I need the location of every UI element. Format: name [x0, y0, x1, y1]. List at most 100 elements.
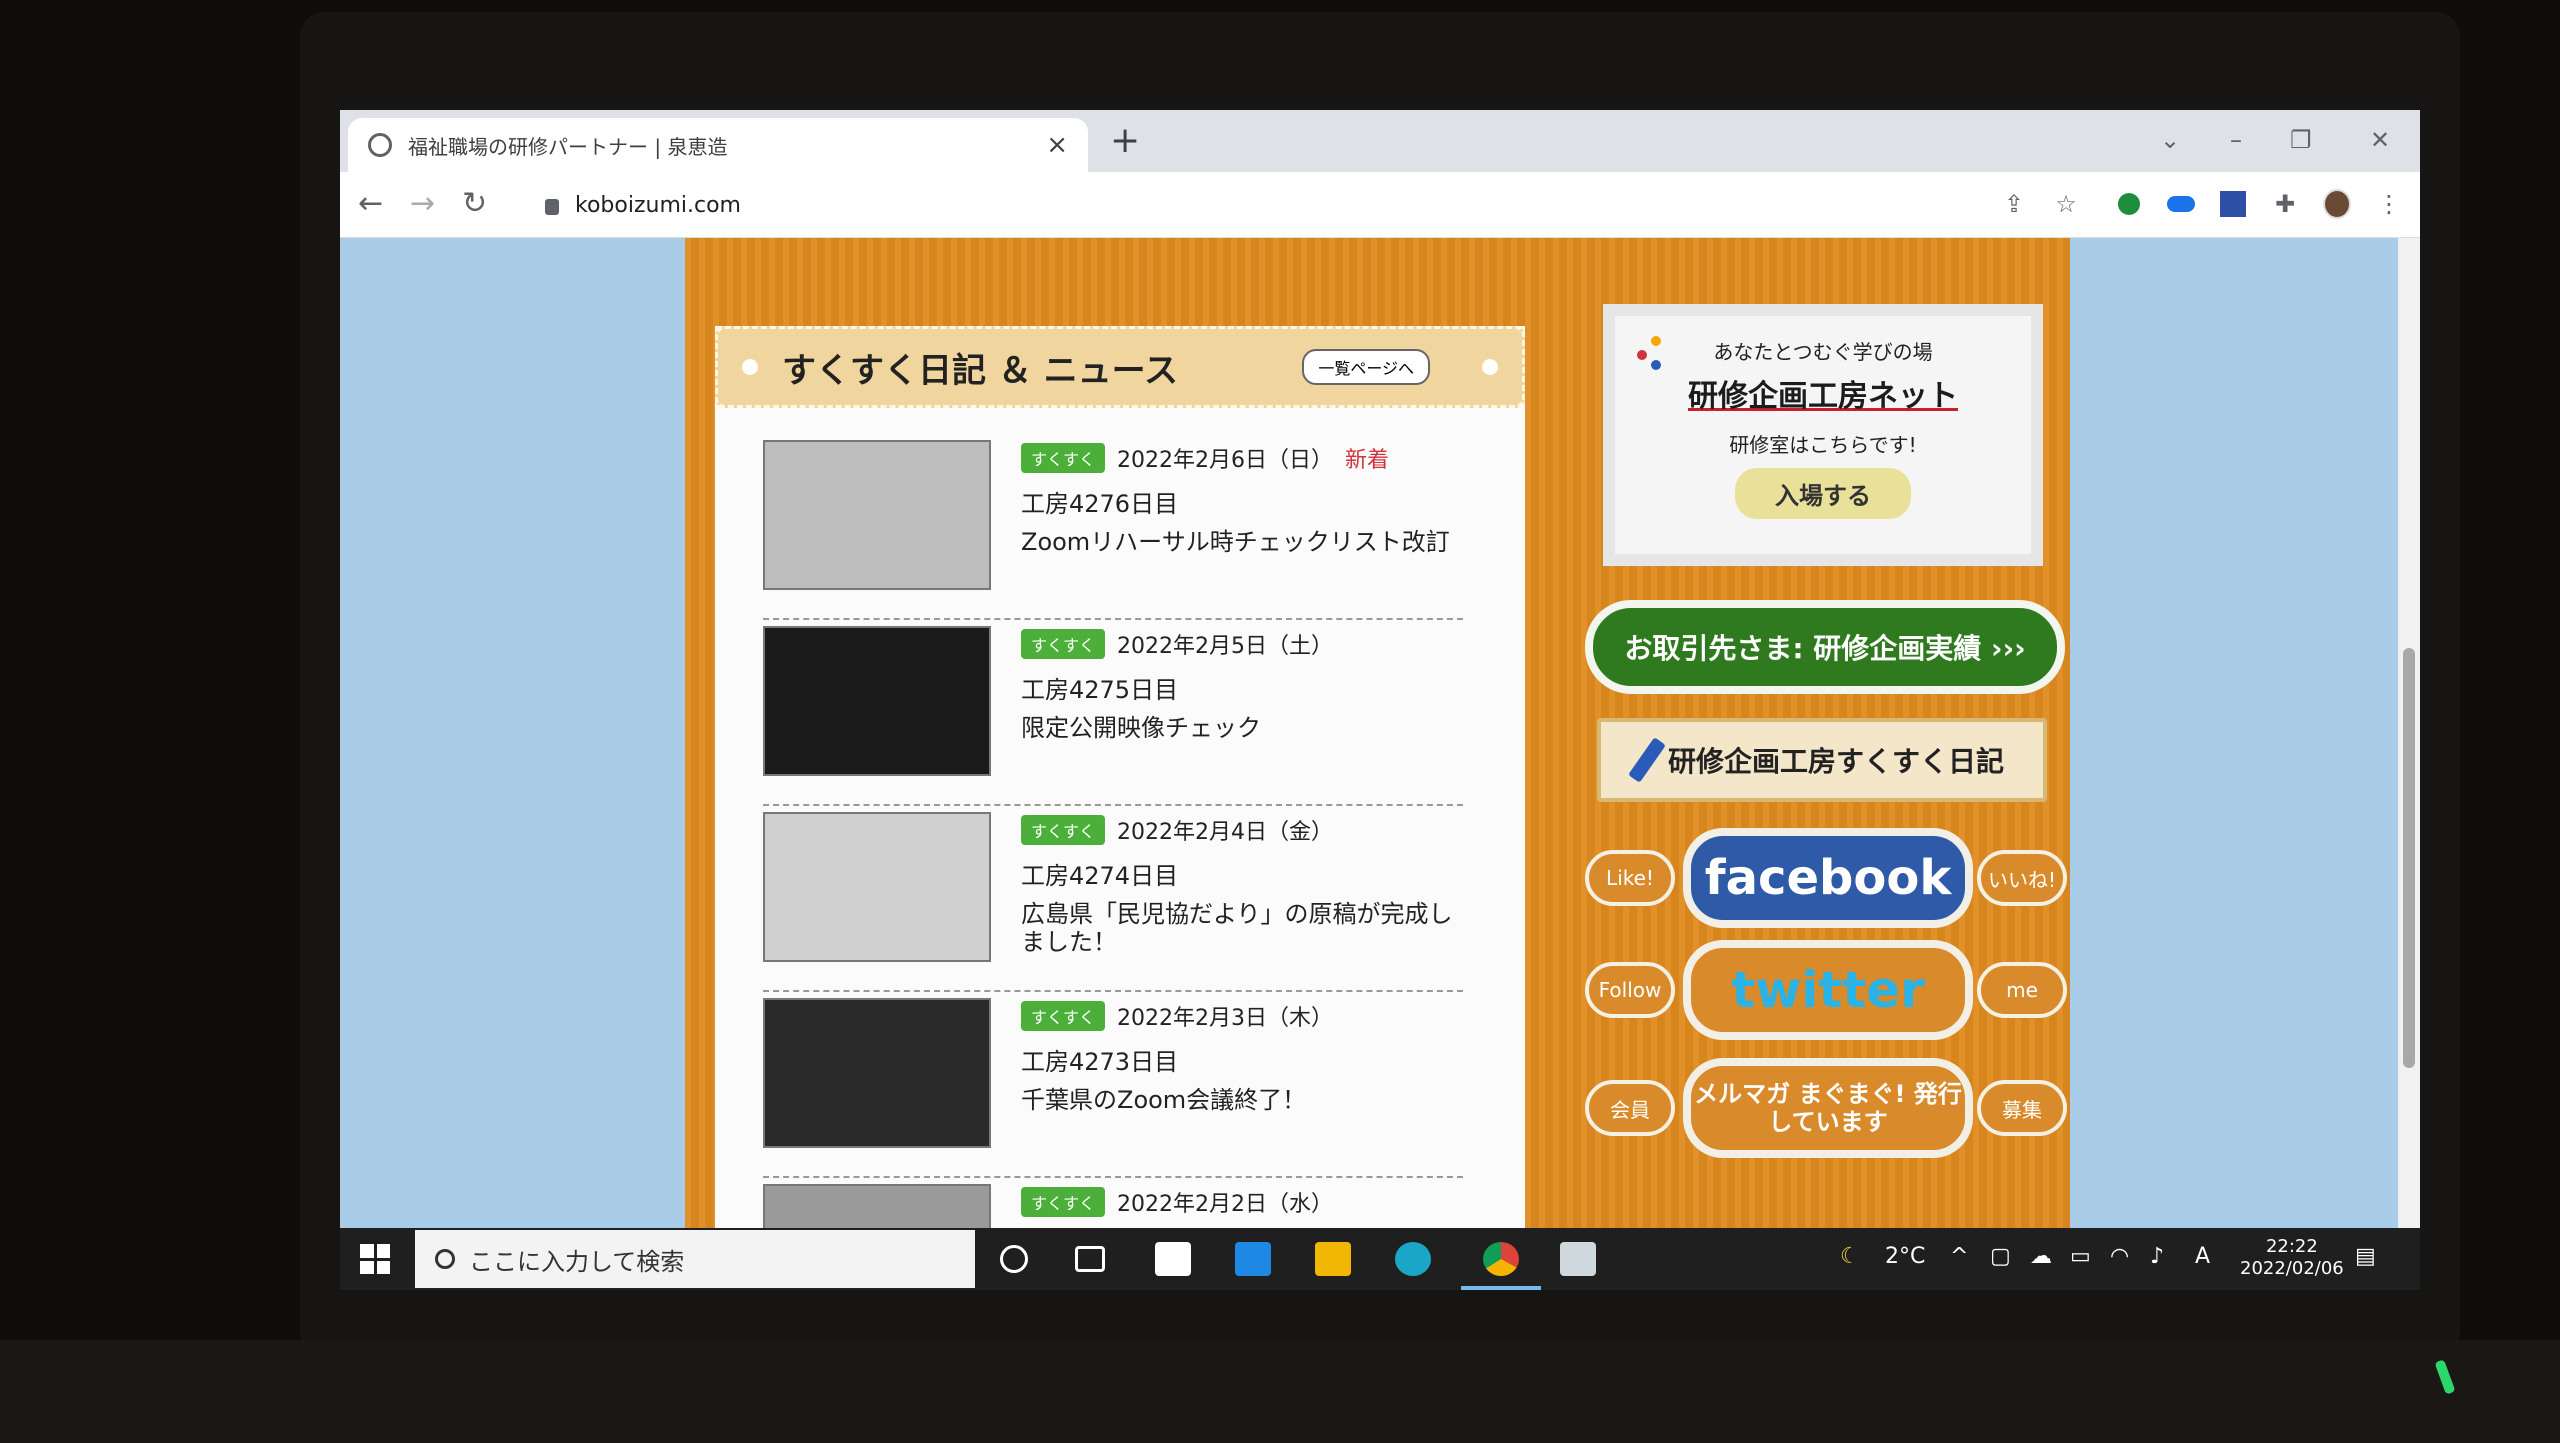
- category-tag[interactable]: すくすく: [1021, 1001, 1106, 1031]
- news-meta: すくすく 2022年2月2日（水）: [1021, 1186, 1333, 1218]
- news-headline[interactable]: 千葉県のZoom会議終了！: [1021, 1086, 1461, 1114]
- cortana-icon[interactable]: [1000, 1245, 1028, 1273]
- camera-icon[interactable]: [1560, 1242, 1596, 1276]
- news-meta: すくすく 2022年2月3日（木）: [1021, 1000, 1333, 1032]
- address-bar[interactable]: koboizumi.com: [525, 182, 2185, 228]
- file-explorer-icon[interactable]: [1315, 1242, 1351, 1276]
- news-headline[interactable]: 限定公開映像チェック: [1021, 714, 1461, 742]
- twitter-button[interactable]: twitter: [1683, 940, 1973, 1040]
- tab-search-icon[interactable]: ⌄: [2160, 126, 2180, 154]
- minimize-button[interactable]: –: [2230, 126, 2242, 154]
- news-day-count: 工房4276日目: [1021, 490, 1179, 518]
- extension-green-icon[interactable]: [2115, 190, 2143, 218]
- sukusuku-diary-button[interactable]: 研修企画工房すくすく日記: [1597, 718, 2047, 802]
- scrollbar-thumb[interactable]: [2403, 648, 2415, 1068]
- profile-avatar[interactable]: [2323, 189, 2351, 219]
- ime-indicator[interactable]: A: [2195, 1244, 2210, 1269]
- news-thumbnail[interactable]: [763, 440, 991, 590]
- meet-icon[interactable]: ▢: [1990, 1244, 2011, 1269]
- news-headline[interactable]: 広島県「民児協だより」の原稿が完成しました！: [1021, 900, 1461, 956]
- mailmag-button[interactable]: メルマガ まぐまぐ! 発行しています: [1683, 1058, 1973, 1158]
- header-dot: [742, 359, 758, 375]
- back-button[interactable]: ←: [358, 186, 383, 221]
- extensions-puzzle-icon[interactable]: ✚: [2271, 190, 2299, 218]
- clock[interactable]: 22:22 2022/02/06: [2240, 1236, 2344, 1280]
- recruit-bubble: 募集: [1977, 1080, 2067, 1136]
- globe-icon: [368, 133, 392, 157]
- taskbar-search-input[interactable]: ここに入力して検索: [415, 1230, 975, 1288]
- tab-title: 福祉職場の研修パートナー | 泉恵造: [408, 134, 728, 159]
- category-tag[interactable]: すくすく: [1021, 443, 1106, 473]
- chrome-icon[interactable]: [1483, 1242, 1519, 1276]
- enter-button[interactable]: 入場する: [1735, 468, 1911, 519]
- news-item[interactable]: すくすく 2022年2月2日（水）: [763, 1178, 1463, 1228]
- follow-bubble: Follow: [1585, 962, 1675, 1018]
- wifi-icon[interactable]: ◠: [2110, 1244, 2129, 1269]
- news-headline[interactable]: Zoomリハーサル時チェックリスト改訂: [1021, 528, 1461, 556]
- news-day-count: 工房4274日目: [1021, 862, 1179, 890]
- facebook-button[interactable]: facebook: [1683, 828, 1973, 928]
- weather-icon[interactable]: ☾: [1840, 1244, 1860, 1269]
- news-item[interactable]: すくすく 2022年2月3日（木） 工房4273日目 千葉県のZoom会議終了！: [763, 992, 1463, 1178]
- forward-button[interactable]: →: [410, 186, 435, 221]
- kobo-net-banner[interactable]: あなたとつむぐ学びの場 研修企画工房ネット 研修室はこちらです! 入場する: [1603, 304, 2043, 566]
- browser-toolbar: ← → ↻ koboizumi.com ⇪ ☆ ✚ ⋮: [340, 172, 2420, 238]
- tab-close-icon[interactable]: ×: [1046, 130, 1068, 160]
- like-bubble: Like!: [1585, 850, 1675, 906]
- battery-icon[interactable]: ▭: [2070, 1244, 2091, 1269]
- volume-icon[interactable]: ♪: [2150, 1244, 2164, 1269]
- mailmag-row: 会員 メルマガ まぐまぐ! 発行しています 募集: [1585, 1058, 2067, 1158]
- notification-icon[interactable]: ▤: [2355, 1244, 2376, 1269]
- bookmark-star-icon[interactable]: ☆: [2052, 190, 2080, 218]
- facebook-row: Like! facebook いいね!: [1585, 828, 2067, 928]
- kobo-subtitle: 研修室はこちらです!: [1729, 433, 1917, 457]
- news-date: 2022年2月2日（水）: [1117, 1192, 1333, 1217]
- weather-temp[interactable]: 2°C: [1885, 1244, 1925, 1269]
- task-view-icon[interactable]: [1075, 1246, 1105, 1272]
- news-meta: すくすく 2022年2月4日（金）: [1021, 814, 1333, 846]
- diary-button-label: 研修企画工房すくすく日記: [1667, 745, 2004, 778]
- news-date: 2022年2月6日（日）: [1117, 448, 1333, 473]
- wood-background: すくすく日記 ＆ ニュース 一覧ページへ すくすく 2022年2月6日（日） 新…: [685, 238, 2070, 1228]
- store-icon[interactable]: [1155, 1242, 1191, 1276]
- news-item[interactable]: すくすく 2022年2月5日（土） 工房4275日目 限定公開映像チェック: [763, 620, 1463, 806]
- onedrive-extension-icon[interactable]: [2167, 190, 2195, 218]
- news-thumbnail[interactable]: [763, 812, 991, 962]
- category-tag[interactable]: すくすく: [1021, 1187, 1106, 1217]
- news-item[interactable]: すくすく 2022年2月6日（日） 新着 工房4276日目 Zoomリハーサル時…: [763, 434, 1463, 620]
- news-thumbnail[interactable]: [763, 998, 991, 1148]
- new-tab-button[interactable]: +: [1110, 120, 1140, 161]
- partners-results-button[interactable]: お取引先さま: 研修企画実績 ›››: [1585, 600, 2065, 694]
- category-tag[interactable]: すくすく: [1021, 815, 1106, 845]
- extension-blue-icon[interactable]: [2219, 190, 2247, 218]
- edge-icon[interactable]: [1395, 1242, 1431, 1276]
- reload-button[interactable]: ↻: [462, 186, 487, 221]
- clock-time: 22:22: [2265, 1236, 2318, 1257]
- news-header: すくすく日記 ＆ ニュース 一覧ページへ: [715, 326, 1525, 408]
- page-scrollbar[interactable]: [2398, 238, 2420, 1228]
- kobo-tagline: あなたとつむぐ学びの場: [1713, 340, 1933, 364]
- news-day-count: 工房4275日目: [1021, 676, 1179, 704]
- list-page-button[interactable]: 一覧ページへ: [1302, 349, 1430, 385]
- close-window-button[interactable]: ✕: [2370, 126, 2390, 154]
- tray-chevron-icon[interactable]: ^: [1950, 1244, 1968, 1269]
- page-viewport: すくすく日記 ＆ ニュース 一覧ページへ すくすく 2022年2月6日（日） 新…: [340, 238, 2420, 1228]
- mail-icon[interactable]: [1235, 1242, 1271, 1276]
- news-item[interactable]: すくすく 2022年2月4日（金） 工房4274日目 広島県「民児協だより」の原…: [763, 806, 1463, 992]
- member-bubble: 会員: [1585, 1080, 1675, 1136]
- menu-kebab-icon[interactable]: ⋮: [2375, 190, 2403, 218]
- restore-button[interactable]: ❐: [2290, 126, 2312, 154]
- share-icon[interactable]: ⇪: [2000, 190, 2028, 218]
- onedrive-icon[interactable]: ☁: [2030, 1244, 2052, 1269]
- news-date: 2022年2月3日（木）: [1117, 1006, 1333, 1031]
- taskbar: ここに入力して検索 ☾ 2°C ^ ▢ ☁ ▭ ◠ ♪ A 22:22 2022…: [340, 1228, 2420, 1290]
- news-thumbnail[interactable]: [763, 626, 991, 776]
- url-text: koboizumi.com: [575, 192, 741, 218]
- windows-start-icon[interactable]: [360, 1244, 390, 1274]
- news-thumbnail[interactable]: [763, 1184, 991, 1228]
- news-meta: すくすく 2022年2月6日（日） 新着: [1021, 442, 1389, 474]
- browser-tab[interactable]: 福祉職場の研修パートナー | 泉恵造 ×: [348, 118, 1088, 172]
- search-placeholder: ここに入力して検索: [469, 1247, 685, 1276]
- twitter-row: Follow twitter me: [1585, 940, 2067, 1040]
- category-tag[interactable]: すくすく: [1021, 629, 1106, 659]
